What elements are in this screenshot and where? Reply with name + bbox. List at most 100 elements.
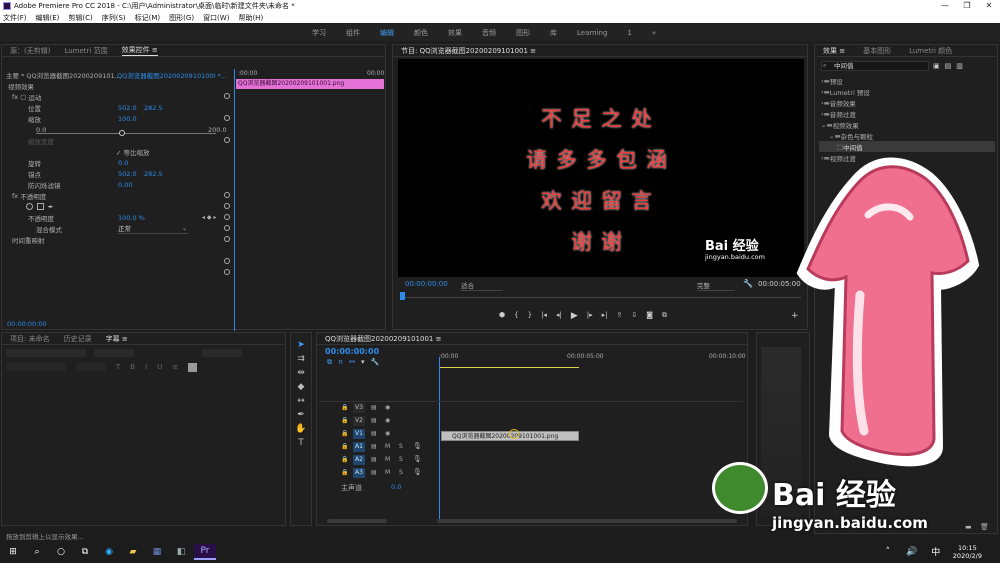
menu-marker[interactable]: 标记(M) (135, 13, 161, 23)
solo-button[interactable]: S (399, 456, 403, 463)
fit-select[interactable]: 适合 (461, 280, 503, 291)
lift-icon[interactable]: ⇪ (616, 311, 622, 321)
track-select-tool-icon[interactable]: ⇉ (295, 353, 307, 365)
browser-icon[interactable]: ◉ (98, 544, 120, 560)
tray-icon[interactable]: ˄ (877, 544, 899, 560)
32bit-effects-icon[interactable]: ▤ (945, 62, 952, 70)
reset-icon[interactable] (224, 137, 230, 143)
menu-edit[interactable]: 编辑(E) (36, 13, 60, 23)
microphone-icon[interactable]: 🎙 (413, 442, 422, 450)
tab-effect-controls[interactable]: 效果控件 ≡ (121, 45, 158, 56)
tab-sequence[interactable]: QQ浏览器截图20200209101001 ≡ (325, 334, 441, 344)
reset-icon[interactable] (224, 258, 230, 264)
workspace-tab[interactable]: 图形 (516, 28, 530, 38)
tab-history[interactable]: 历史记录 (64, 334, 92, 344)
quality-select[interactable]: 完整 (697, 280, 735, 291)
track-target-v2[interactable]: V2 (353, 416, 365, 426)
sync-lock-icon[interactable]: ▤ (371, 469, 377, 476)
workspace-tab[interactable]: Learning (577, 29, 607, 37)
cortana-icon[interactable]: ○ (50, 544, 72, 560)
workspace-tab-active[interactable]: 编辑 (380, 28, 394, 38)
step-forward-icon[interactable]: |▸ (587, 311, 593, 321)
track-target-v1[interactable]: V1 (353, 429, 365, 439)
prop-scale[interactable]: 缩放 100.0 (6, 113, 234, 124)
effects-tree-item[interactable]: › ▬ 预设 (819, 75, 995, 86)
effects-tree-item[interactable]: › ▬ Lumetri 预设 (819, 86, 995, 97)
selection-tool-icon[interactable]: ➤ (295, 339, 307, 351)
yuv-effects-icon[interactable]: ▥ (956, 62, 963, 70)
mark-in-icon[interactable]: { (514, 311, 518, 321)
minimize-button[interactable]: — (934, 0, 956, 12)
hand-tool-icon[interactable]: ✋ (295, 423, 307, 435)
trash-icon[interactable]: 🗑 (980, 523, 989, 531)
tab-essential-graphics[interactable]: 基本图形 (863, 46, 891, 56)
blend-mode-select[interactable]: 正常 (118, 223, 188, 234)
microphone-icon[interactable]: 🎙 (413, 468, 422, 476)
premiere-taskbar-icon[interactable]: Pr (194, 543, 216, 560)
menu-help[interactable]: 帮助(H) (238, 13, 263, 23)
bold-icon[interactable]: B (130, 363, 135, 372)
clip-bar[interactable]: QQ浏览器截图20200209101001.png (236, 79, 384, 89)
taskbar-clock[interactable]: 10:15 2020/2/9 (953, 544, 982, 560)
file-explorer-icon[interactable]: ▰ (122, 544, 144, 560)
tab-captions[interactable]: 字幕 ≡ (106, 334, 128, 344)
tab-lumetri-scopes[interactable]: Lumetri 范围 (64, 46, 107, 56)
prop-blend-mode[interactable]: 混合模式 正常 ⌄ (6, 223, 234, 234)
type-tool-icon[interactable]: T (295, 437, 307, 449)
program-scrubber[interactable] (401, 297, 801, 298)
tab-project[interactable]: 项目: 未命名 (10, 334, 50, 344)
workspace-tab[interactable]: 音频 (482, 28, 496, 38)
menu-window[interactable]: 窗口(W) (203, 13, 229, 23)
lock-track-icon[interactable]: 🔒 (341, 404, 348, 411)
maximize-button[interactable]: ❐ (956, 0, 978, 12)
mute-button[interactable]: M (385, 469, 390, 476)
tab-source[interactable]: 源：(无剪辑) (10, 46, 50, 56)
menu-clip[interactable]: 剪辑(C) (68, 13, 92, 23)
program-timecode[interactable]: 00:00:00:00 (405, 280, 448, 288)
timeline-scrollbar[interactable] (327, 519, 387, 523)
underline-icon[interactable]: U (157, 363, 162, 372)
reset-icon[interactable] (224, 192, 230, 198)
prop-motion[interactable]: fx ▢ 运动 (6, 91, 234, 102)
reset-icon[interactable] (224, 115, 230, 121)
prop-time-remap[interactable]: 时间重映射 (6, 234, 234, 245)
prop-opacity[interactable]: 不透明度 100.0 % ◂ ◆ ▸ (6, 212, 234, 223)
track-target-v3[interactable]: V3 (353, 403, 365, 413)
master-volume[interactable]: 0.0 (391, 483, 401, 491)
snap-icon[interactable]: ∩ (338, 358, 343, 367)
app-icon[interactable]: ▦ (146, 544, 168, 560)
sequence-clip-label[interactable]: QQ浏览器截图2020020910100I *... (117, 70, 227, 80)
workspace-tab[interactable]: 组件 (346, 28, 360, 38)
text-size-icon[interactable]: T (116, 363, 120, 372)
volume-icon[interactable]: 🔊 (901, 544, 923, 560)
prop-rotation[interactable]: 旋转 0.0 (6, 157, 234, 168)
caption-field-mid[interactable] (76, 363, 106, 371)
lock-track-icon[interactable]: 🔒 (341, 417, 348, 424)
caption-field[interactable] (6, 349, 86, 357)
timeline-horizontal-scrollbar[interactable] (437, 519, 737, 523)
reset-icon[interactable] (224, 236, 230, 242)
align-icon[interactable]: ≡ (172, 363, 178, 372)
sync-lock-icon[interactable]: ▤ (371, 417, 377, 424)
rect-mask-icon[interactable] (37, 203, 44, 210)
wrench-icon[interactable]: 🔧 (743, 279, 753, 288)
workspace-tab[interactable]: 效果 (448, 28, 462, 38)
solo-button[interactable]: S (399, 443, 403, 450)
master-clip-label[interactable]: 主要 * QQ浏览器截图20200209101... (6, 70, 121, 80)
caption-field[interactable] (94, 349, 134, 357)
reset-icon[interactable] (224, 93, 230, 99)
scale-slider[interactable] (36, 133, 216, 134)
workspace-more-button[interactable]: » (652, 29, 656, 37)
sync-lock-icon[interactable]: ▤ (371, 430, 377, 437)
reset-icon[interactable] (224, 269, 230, 275)
lock-track-icon[interactable]: 🔒 (341, 456, 348, 463)
close-button[interactable]: ✕ (978, 0, 1000, 12)
reset-icon[interactable] (224, 203, 230, 209)
menu-sequence[interactable]: 序列(S) (102, 13, 126, 23)
prop-anchor[interactable]: 锚点 502.0 282.5 (6, 168, 234, 179)
menu-graphics[interactable]: 图形(G) (169, 13, 194, 23)
track-target-a3[interactable]: A3 (353, 468, 365, 478)
camera-icon[interactable]: ◙ (646, 311, 653, 321)
pen-mask-icon[interactable]: ✒ (48, 203, 53, 211)
reset-icon[interactable] (224, 214, 230, 220)
